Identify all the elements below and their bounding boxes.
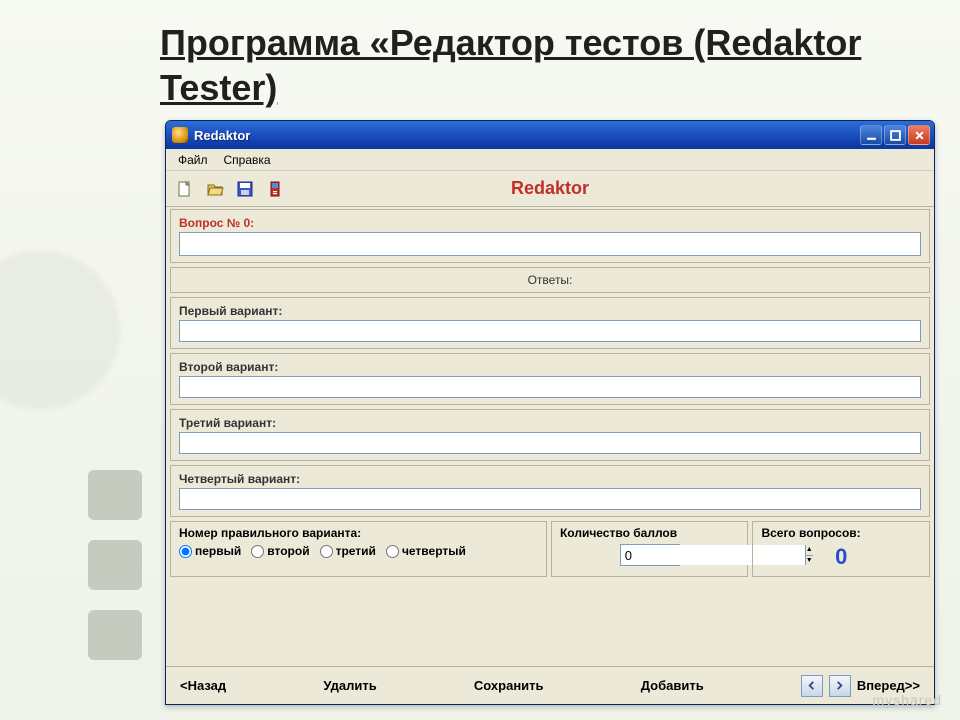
variant-3-input[interactable] bbox=[179, 432, 921, 454]
score-spinner[interactable]: ▲ ▼ bbox=[620, 544, 680, 566]
variant-1-group: Первый вариант: bbox=[170, 297, 930, 349]
radio-3[interactable]: третий bbox=[320, 544, 376, 558]
answers-header-group: Ответы: bbox=[170, 267, 930, 293]
chevron-left-icon bbox=[807, 681, 816, 690]
radio-2[interactable]: второй bbox=[251, 544, 309, 558]
total-label: Всего вопросов: bbox=[761, 526, 921, 540]
question-label: Вопрос № 0: bbox=[179, 216, 921, 230]
maximize-button[interactable] bbox=[884, 125, 906, 145]
forward-button-group: Вперед>> bbox=[797, 673, 924, 699]
variant-2-input[interactable] bbox=[179, 376, 921, 398]
device-icon[interactable] bbox=[266, 180, 284, 198]
chevron-right-icon bbox=[835, 681, 844, 690]
correct-variant-group: Номер правильного варианта: первый второ… bbox=[170, 521, 547, 577]
navbar: <Назад Удалить Сохранить Добавить Вперед… bbox=[166, 666, 934, 704]
open-file-icon[interactable] bbox=[206, 180, 224, 198]
score-label: Количество баллов bbox=[560, 526, 739, 540]
radio-4-label: четвертый bbox=[402, 544, 466, 558]
decoration-circle bbox=[0, 250, 120, 410]
slide-title: Программа «Редактор тестов (Redaktor Tes… bbox=[0, 0, 960, 110]
close-icon bbox=[914, 130, 925, 141]
delete-button[interactable]: Удалить bbox=[319, 676, 380, 695]
window-title: Redaktor bbox=[194, 128, 860, 143]
toolbar: Redaktor bbox=[166, 171, 934, 207]
variant-4-group: Четвертый вариант: bbox=[170, 465, 930, 517]
radio-4[interactable]: четвертый bbox=[386, 544, 466, 558]
radio-1-label: первый bbox=[195, 544, 241, 558]
variant-2-group: Второй вариант: bbox=[170, 353, 930, 405]
radio-1[interactable]: первый bbox=[179, 544, 241, 558]
menu-file[interactable]: Файл bbox=[172, 151, 214, 169]
decoration-square bbox=[88, 470, 142, 520]
correct-label: Номер правильного варианта: bbox=[179, 526, 538, 540]
save-file-icon[interactable] bbox=[236, 180, 254, 198]
minimize-button[interactable] bbox=[860, 125, 882, 145]
answers-header: Ответы: bbox=[179, 273, 921, 287]
app-window: Redaktor Файл Справка Redaktor Вопрос bbox=[165, 120, 935, 705]
prev-arrow-button[interactable] bbox=[801, 675, 823, 697]
decoration-square bbox=[88, 610, 142, 660]
question-group: Вопрос № 0: bbox=[170, 209, 930, 263]
variant-1-label: Первый вариант: bbox=[179, 304, 921, 318]
total-group: Всего вопросов: 0 bbox=[752, 521, 930, 577]
save-button[interactable]: Сохранить bbox=[470, 676, 548, 695]
variant-2-label: Второй вариант: bbox=[179, 360, 921, 374]
add-button[interactable]: Добавить bbox=[637, 676, 708, 695]
back-button[interactable]: <Назад bbox=[176, 676, 230, 695]
radio-2-label: второй bbox=[267, 544, 309, 558]
minimize-icon bbox=[866, 130, 877, 141]
close-button[interactable] bbox=[908, 125, 930, 145]
titlebar: Redaktor bbox=[166, 121, 934, 149]
bottom-row: Номер правильного варианта: первый второ… bbox=[170, 521, 930, 577]
new-file-icon[interactable] bbox=[176, 180, 194, 198]
variant-4-input[interactable] bbox=[179, 488, 921, 510]
forward-button[interactable]: Вперед>> bbox=[857, 678, 920, 693]
menu-help[interactable]: Справка bbox=[218, 151, 277, 169]
maximize-icon bbox=[890, 130, 901, 141]
variant-1-input[interactable] bbox=[179, 320, 921, 342]
variant-3-group: Третий вариант: bbox=[170, 409, 930, 461]
variant-4-label: Четвертый вариант: bbox=[179, 472, 921, 486]
total-value: 0 bbox=[761, 544, 921, 570]
score-group: Количество баллов ▲ ▼ bbox=[551, 521, 748, 577]
menubar: Файл Справка bbox=[166, 149, 934, 171]
variant-3-label: Третий вариант: bbox=[179, 416, 921, 430]
radio-3-label: третий bbox=[336, 544, 376, 558]
decoration-square bbox=[88, 540, 142, 590]
app-icon bbox=[172, 127, 188, 143]
next-arrow-button[interactable] bbox=[829, 675, 851, 697]
question-input[interactable] bbox=[179, 232, 921, 256]
